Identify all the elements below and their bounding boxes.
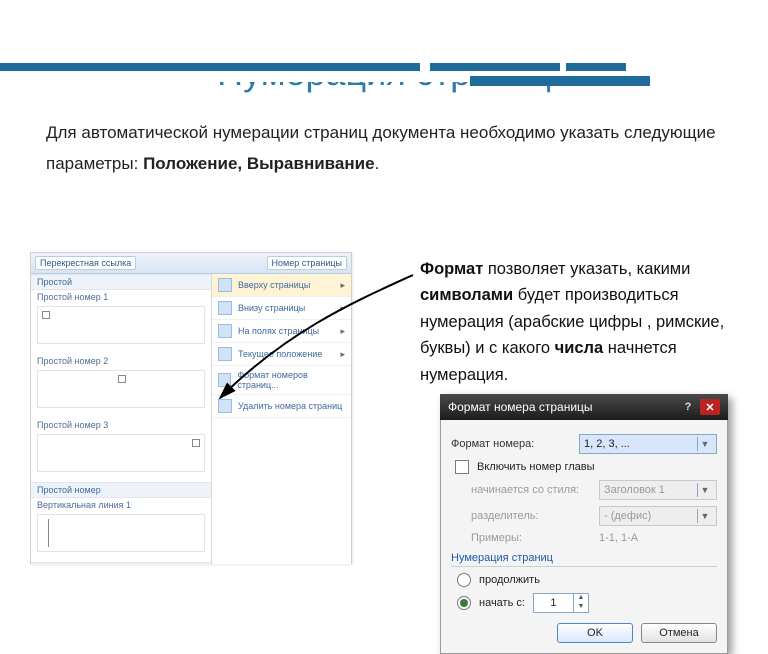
menu-page-margins[interactable]: На полях страницы ▸ bbox=[212, 320, 351, 343]
menu-label: Внизу страницы bbox=[238, 303, 305, 313]
page-number-menu: Вверху страницы ▸ Внизу страницы ▸ На по… bbox=[212, 274, 351, 564]
gallery-group-simple: Простой bbox=[31, 274, 211, 290]
separator-value: - (дефис) bbox=[604, 510, 697, 522]
examples-label: Примеры: bbox=[471, 532, 591, 544]
gallery: Простой Простой номер 1 Простой номер 2 … bbox=[31, 274, 212, 564]
start-at-radio[interactable] bbox=[457, 596, 471, 610]
ok-button[interactable]: OK bbox=[557, 623, 633, 643]
examples-value: 1-1, 1-A bbox=[599, 532, 638, 544]
doc-icon bbox=[218, 347, 232, 361]
lead-params: Положение, Выравнивание bbox=[143, 154, 374, 173]
chevron-right-icon: ▸ bbox=[340, 280, 345, 291]
menu-label: Текущее положение bbox=[238, 349, 322, 359]
format-icon bbox=[218, 373, 231, 387]
word-symbols: символами bbox=[420, 286, 513, 304]
starts-style-label: начинается со стиля: bbox=[471, 484, 591, 496]
include-chapter-label: Включить номер главы bbox=[477, 461, 595, 473]
t1: позволяет указать, какими bbox=[483, 260, 690, 278]
number-format-combo[interactable]: 1, 2, 3, ... ▼ bbox=[579, 434, 717, 454]
chevron-right-icon: ▸ bbox=[340, 349, 345, 360]
menu-label: Удалить номера страниц bbox=[238, 401, 342, 411]
format-page-number-dialog: Формат номера страницы ? ✕ Формат номера… bbox=[440, 394, 728, 654]
chevron-down-icon: ▼ bbox=[697, 437, 712, 451]
menu-label: На полях страницы bbox=[238, 326, 319, 336]
dialog-titlebar[interactable]: Формат номера страницы ? ✕ bbox=[440, 394, 728, 420]
menu-label: Формат номеров страниц... bbox=[237, 370, 345, 390]
continue-radio[interactable] bbox=[457, 573, 471, 587]
format-description: Формат позволяет указать, какими символа… bbox=[420, 256, 740, 388]
dialog-title-text: Формат номера страницы bbox=[448, 400, 593, 414]
menu-format-page-numbers[interactable]: Формат номеров страниц... bbox=[212, 366, 351, 395]
start-at-spinner[interactable]: 1 ▲▼ bbox=[533, 593, 589, 613]
spin-down-icon[interactable]: ▼ bbox=[574, 603, 588, 612]
remove-icon bbox=[218, 399, 232, 413]
include-chapter-checkbox[interactable] bbox=[455, 460, 469, 474]
start-at-value: 1 bbox=[534, 597, 573, 609]
separator-combo: - (дефис) ▼ bbox=[599, 506, 717, 526]
numbering-group-title: Нумерация страниц bbox=[451, 552, 717, 564]
spin-up-icon[interactable]: ▲ bbox=[574, 594, 588, 603]
menu-label: Вверху страницы bbox=[238, 280, 310, 290]
gallery-item[interactable]: Простой номер 3 bbox=[31, 418, 211, 432]
menu-remove-page-numbers[interactable]: Удалить номера страниц bbox=[212, 395, 351, 418]
ribbon: Перекрестная ссылка Номер страницы bbox=[31, 253, 351, 274]
menu-bottom-of-page[interactable]: Внизу страницы ▸ bbox=[212, 297, 351, 320]
ribbon-page-number-button[interactable]: Номер страницы bbox=[267, 256, 347, 270]
number-format-value: 1, 2, 3, ... bbox=[584, 438, 697, 450]
doc-icon bbox=[218, 324, 232, 338]
starts-style-value: Заголовок 1 bbox=[604, 484, 697, 496]
gallery-group-vertical-contour: Вертикальный контур 1 bbox=[31, 562, 211, 564]
doc-icon bbox=[218, 278, 232, 292]
lead-text: Для автоматической нумерации страниц док… bbox=[46, 118, 722, 179]
chevron-right-icon: ▸ bbox=[340, 303, 345, 314]
help-button[interactable]: ? bbox=[678, 399, 698, 415]
lead-suffix: . bbox=[375, 154, 380, 173]
cancel-button[interactable]: Отмена bbox=[641, 623, 717, 643]
word-format: Формат bbox=[420, 260, 483, 278]
chevron-down-icon: ▼ bbox=[697, 509, 712, 523]
doc-icon bbox=[218, 301, 232, 315]
chevron-down-icon: ▼ bbox=[697, 483, 712, 497]
gallery-item[interactable]: Вертикальная линия 1 bbox=[31, 498, 211, 512]
gallery-item[interactable]: Простой номер 2 bbox=[31, 354, 211, 368]
ribbon-crossref-button[interactable]: Перекрестная ссылка bbox=[35, 256, 136, 270]
menu-current-position[interactable]: Текущее положение ▸ bbox=[212, 343, 351, 366]
start-at-label: начать с: bbox=[479, 597, 525, 609]
menu-top-of-page[interactable]: Вверху страницы ▸ bbox=[212, 274, 351, 297]
separator-label: разделитель: bbox=[471, 510, 591, 522]
starts-style-combo: Заголовок 1 ▼ bbox=[599, 480, 717, 500]
gallery-group-simple-number: Простой номер bbox=[31, 482, 211, 498]
word-gallery-panel: Перекрестная ссылка Номер страницы Прост… bbox=[30, 252, 352, 564]
gallery-item[interactable]: Простой номер 1 bbox=[31, 290, 211, 304]
top-decor bbox=[0, 52, 768, 82]
format-label: Формат номера: bbox=[451, 438, 571, 450]
chevron-right-icon: ▸ bbox=[340, 326, 345, 337]
close-button[interactable]: ✕ bbox=[700, 399, 720, 415]
word-number: числа bbox=[555, 339, 604, 357]
